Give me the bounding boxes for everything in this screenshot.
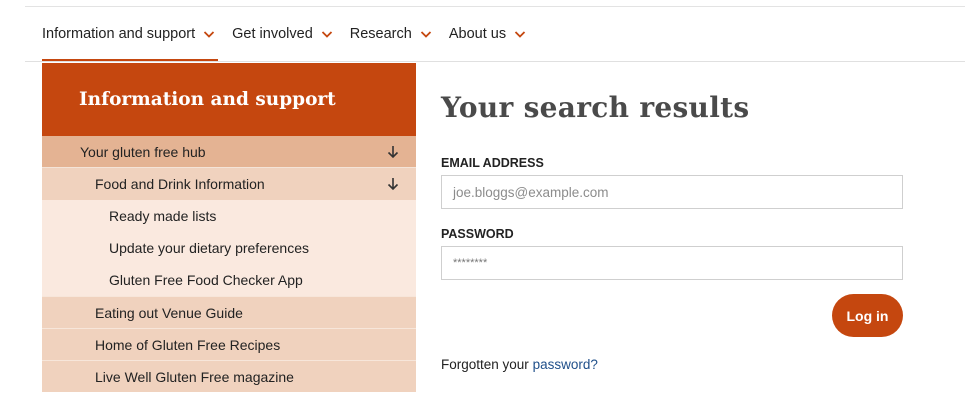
password-label: PASSWORD (441, 227, 514, 241)
sidebar: Information and support Your gluten free… (42, 63, 416, 399)
arrow-down-icon[interactable] (386, 176, 400, 192)
chevron-down-icon (420, 31, 431, 38)
password-value: ******** (453, 257, 488, 269)
email-label: EMAIL ADDRESS (441, 156, 544, 170)
sidebar-item-ready-made-lists[interactable]: Ready made lists (42, 200, 416, 232)
email-placeholder: joe.bloggs@example.com (453, 184, 609, 200)
login-button[interactable]: Log in (832, 294, 903, 337)
chevron-down-icon (321, 31, 332, 38)
nav-item-label: Research (349, 26, 412, 42)
email-field[interactable]: joe.bloggs@example.com (441, 175, 903, 209)
nav-item-information-support[interactable]: Information and support (42, 24, 219, 62)
sidebar-item-label: Update your dietary preferences (109, 240, 309, 256)
nav-item-research[interactable]: Research (350, 24, 432, 44)
sidebar-item-venue-guide[interactable]: Eating out Venue Guide (42, 296, 416, 328)
main-content: Your search results EMAIL ADDRESS joe.bl… (441, 63, 911, 372)
forgot-password: Forgotten your password? (441, 357, 598, 372)
sidebar-item-label: Eating out Venue Guide (95, 304, 243, 321)
nav-item-get-involved[interactable]: Get involved (232, 24, 333, 44)
nav-item-about-us[interactable]: About us (449, 24, 526, 44)
chevron-down-icon (514, 31, 526, 38)
nav-item-label: Information and support (42, 26, 196, 42)
forgot-password-link[interactable]: password? (533, 357, 598, 372)
page-title: Your search results (441, 91, 750, 124)
sidebar-item-label: Ready made lists (109, 208, 217, 224)
sidebar-item-food-drink-information[interactable]: Food and Drink Information (42, 168, 416, 200)
sidebar-item-label: Home of Gluten Free Recipes (95, 336, 281, 353)
main-nav: Information and support Get involved Res… (42, 24, 543, 62)
sidebar-item-label: Live Well Gluten Free magazine (95, 368, 294, 385)
sidebar-item-food-checker-app[interactable]: Gluten Free Food Checker App (42, 264, 416, 296)
sidebar-item-label: Your gluten free hub (80, 143, 206, 160)
nav-item-label: Get involved (232, 26, 313, 42)
password-field[interactable]: ******** (441, 246, 903, 280)
sidebar-item-label: Food and Drink Information (95, 176, 265, 192)
sidebar-item-recipes[interactable]: Home of Gluten Free Recipes (42, 328, 416, 360)
sidebar-item-gluten-free-hub[interactable]: Your gluten free hub (42, 136, 416, 168)
nav-divider (25, 61, 965, 62)
forgot-text: Forgotten your (441, 357, 529, 372)
sidebar-item-dietary-preferences[interactable]: Update your dietary preferences (42, 232, 416, 264)
sidebar-item-magazine[interactable]: Live Well Gluten Free magazine (42, 360, 416, 392)
sidebar-item-label: Gluten Free Food Checker App (109, 272, 303, 288)
arrow-down-icon[interactable] (386, 144, 400, 160)
sidebar-heading: Information and support (42, 63, 416, 136)
top-divider (25, 6, 965, 7)
chevron-down-icon (204, 31, 215, 38)
nav-item-label: About us (448, 26, 507, 42)
page: Information and support Get involved Res… (0, 0, 965, 399)
